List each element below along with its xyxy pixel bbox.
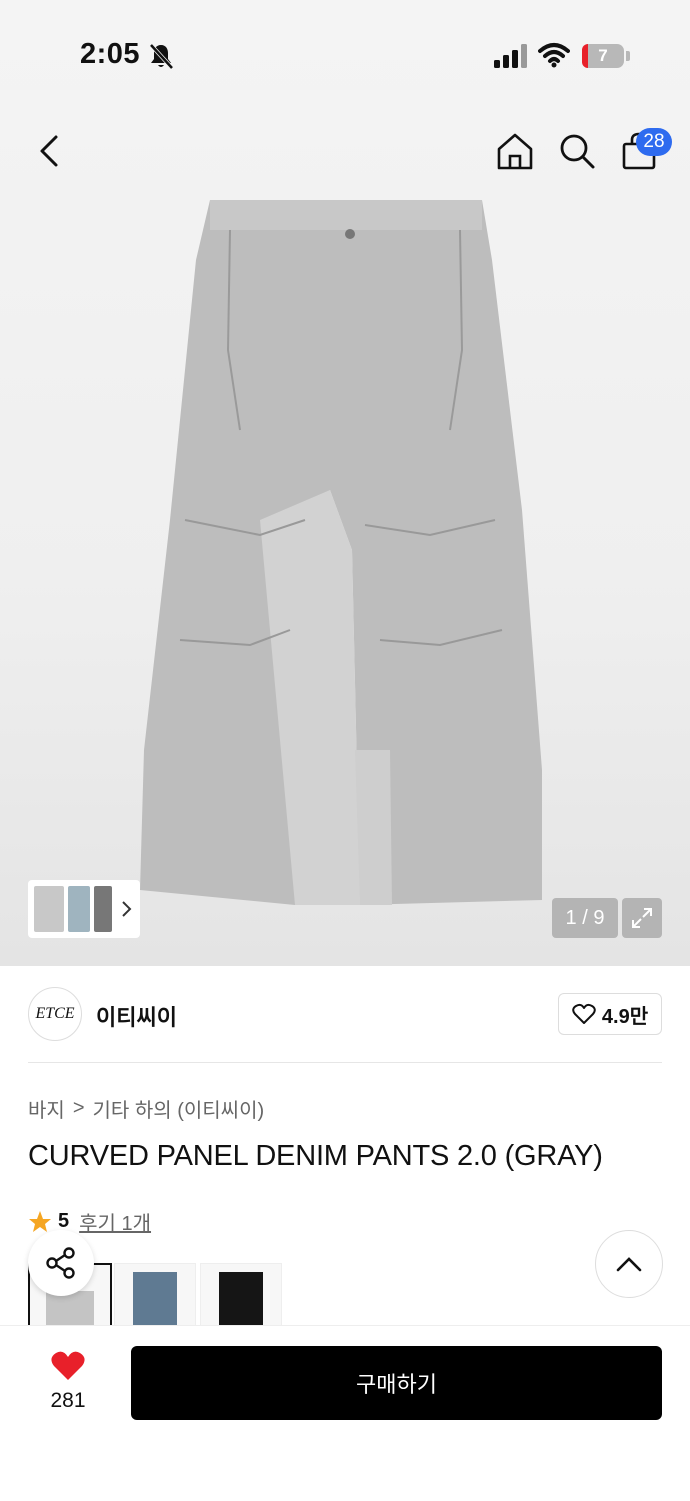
- battery-text: 7: [598, 46, 608, 65]
- back-button[interactable]: [28, 130, 70, 172]
- chevron-left-icon: [40, 135, 58, 167]
- gallery-thumb-gray[interactable]: [34, 886, 64, 932]
- product-title: CURVED PANEL DENIM PANTS 2.0 (GRAY): [28, 1140, 603, 1172]
- battery-level: [582, 44, 588, 68]
- brand-like-count: 4.9만: [601, 1005, 649, 1028]
- breadcrumb-separator-icon: >: [72, 1097, 85, 1119]
- scroll-top-button[interactable]: [595, 1230, 663, 1298]
- heart-filled-icon: [51, 1351, 85, 1380]
- cellular-signal-icon: [494, 44, 527, 68]
- search-button[interactable]: [556, 130, 598, 172]
- wifi-icon: [538, 43, 570, 68]
- chevron-up-icon: [616, 1257, 642, 1272]
- heart-outline-icon: [572, 1003, 596, 1024]
- expand-icon: [632, 908, 652, 928]
- share-button[interactable]: [28, 1230, 94, 1296]
- home-button[interactable]: [494, 130, 536, 172]
- status-time: 2:05: [80, 38, 141, 70]
- gallery-thumbnail-strip[interactable]: [28, 880, 140, 938]
- brand-name[interactable]: 이티씨이: [96, 1000, 177, 1032]
- rating-row: 5 후기 1개: [28, 1207, 151, 1236]
- chevron-right-icon: [122, 901, 132, 917]
- status-bar: 2:05 7: [0, 0, 690, 110]
- gallery-thumb-blue[interactable]: [68, 886, 90, 932]
- review-link[interactable]: 후기 1개: [79, 1207, 151, 1236]
- brand-logo[interactable]: ETCE: [28, 987, 82, 1041]
- expand-button[interactable]: [622, 898, 662, 938]
- search-icon: [560, 134, 595, 169]
- battery-icon: 7: [582, 44, 624, 68]
- breadcrumb: 바지 > 기타 하의 (이티씨이): [28, 1094, 264, 1123]
- wishlist-button[interactable]: [48, 1348, 88, 1384]
- wishlist-count: 281: [50, 1389, 86, 1412]
- buy-button[interactable]: 구매하기: [131, 1346, 662, 1420]
- bell-slash-icon: [149, 43, 174, 70]
- gallery-thumb-dark[interactable]: [94, 886, 112, 932]
- battery-tip: [626, 51, 630, 61]
- cart-count-badge: 28: [636, 128, 672, 156]
- share-icon: [46, 1247, 75, 1279]
- home-icon: [497, 133, 533, 170]
- product-image: [140, 200, 542, 905]
- star-icon: [29, 1210, 51, 1232]
- breadcrumb-category[interactable]: 바지: [28, 1094, 65, 1123]
- divider: [28, 1062, 662, 1063]
- brand-like-button[interactable]: 4.9만: [558, 993, 662, 1035]
- image-counter: 1 / 9: [552, 898, 618, 938]
- breadcrumb-subcategory[interactable]: 기타 하의 (이티씨이): [93, 1094, 265, 1123]
